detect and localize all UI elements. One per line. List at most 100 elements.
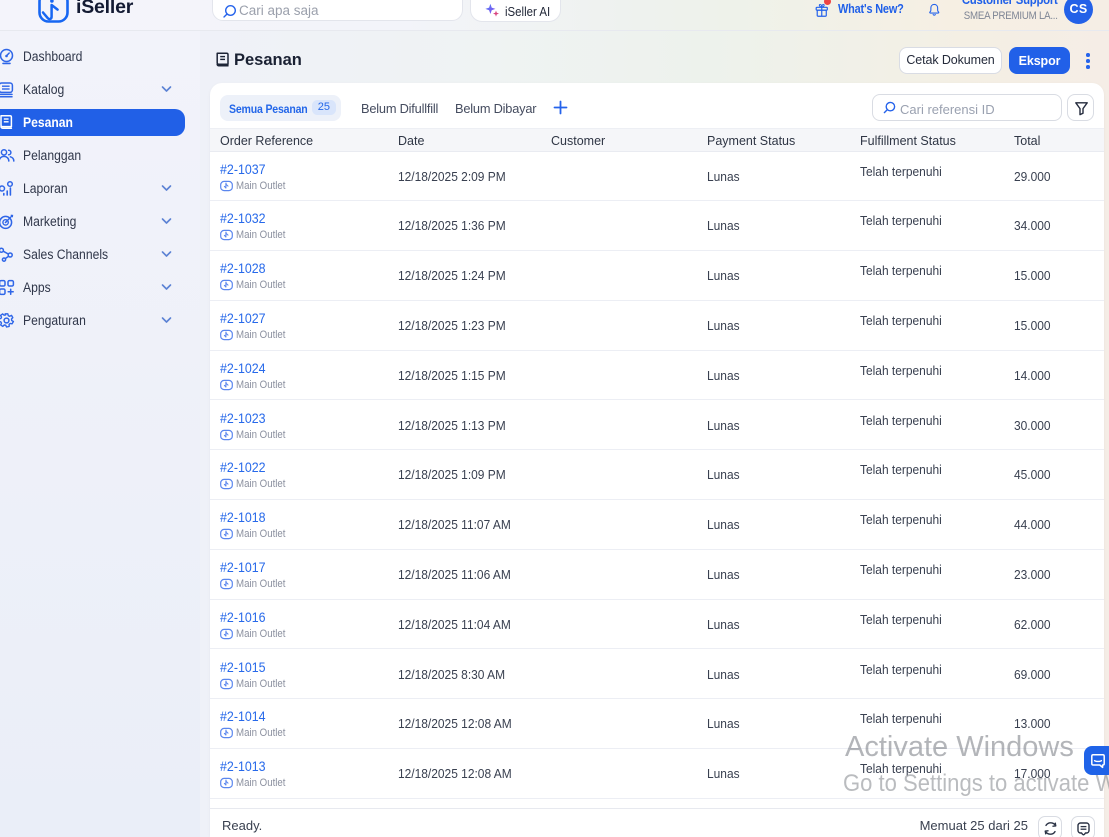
column-header-customer[interactable]: Customer <box>551 134 605 148</box>
order-date: 12/18/2025 11:04 AM <box>398 616 511 632</box>
order-row-2-1016[interactable]: #2-1016 Main Outlet 12/18/2025 11:04 AM Lun… <box>209 600 1104 650</box>
order-reference-link[interactable]: #2-1032 <box>220 211 266 226</box>
print-document-button[interactable]: Cetak Dokumen <box>899 47 1002 74</box>
order-row-2-1017[interactable]: #2-1017 Main Outlet 12/18/2025 11:06 AM Lun… <box>209 550 1104 600</box>
order-reference-link[interactable]: #2-1013 <box>220 759 266 774</box>
sidebar-item-label: Pelanggan <box>23 148 82 164</box>
order-reference-link[interactable]: #2-1022 <box>220 460 266 475</box>
bell-icon[interactable] <box>928 3 941 16</box>
order-total: 45.000 <box>1014 467 1051 483</box>
windows-watermark-line2: Go to Settings to activate W <box>843 770 1109 797</box>
order-reference-link[interactable]: #2-1014 <box>220 709 266 724</box>
global-search-input[interactable]: Cari apa saja <box>212 0 463 21</box>
order-row-2-1032[interactable]: #2-1032 Main Outlet 12/18/2025 1:36 PM Luna… <box>209 201 1104 252</box>
main-area: Pesanan Cetak Dokumen Ekspor Semua Pesan… <box>200 31 1109 837</box>
order-reference-link[interactable]: #2-1018 <box>220 510 266 525</box>
order-reference-link[interactable]: #2-1015 <box>220 660 266 675</box>
reference-search-input[interactable]: Cari referensi ID <box>872 94 1062 121</box>
order-row-2-1024[interactable]: #2-1024 Main Outlet 12/18/2025 1:15 PM Luna… <box>209 351 1104 401</box>
tab-semua-pesanan-label: Semua Pesanan <box>228 101 308 116</box>
payment-status: Lunas <box>707 517 740 533</box>
payment-status: Lunas <box>707 417 740 433</box>
sidebar-item-label: Laporan <box>23 181 68 197</box>
feedback-icon <box>1076 822 1090 836</box>
outlet-icon <box>220 628 233 639</box>
tab-semua-pesanan[interactable]: Semua Pesanan 25 <box>219 95 341 121</box>
order-reference-link[interactable]: #2-1024 <box>220 361 266 376</box>
order-row-2-1037[interactable]: #2-1037 Main Outlet 12/18/2025 2:09 PM Luna… <box>209 152 1104 202</box>
sidebar-item-label: Pesanan <box>23 115 73 131</box>
filter-button[interactable] <box>1067 94 1094 121</box>
fulfillment-status: Telah terpenuhi <box>860 163 942 179</box>
feedback-button[interactable] <box>1070 816 1095 837</box>
order-reference-link[interactable]: #2-1027 <box>220 311 266 326</box>
sidebar-item-katalog[interactable]: Katalog <box>0 76 185 103</box>
iseller-ai-button[interactable]: iSeller AI <box>470 0 561 22</box>
payment-status: Lunas <box>707 467 740 483</box>
order-total: 15.000 <box>1014 317 1051 333</box>
order-row-2-1015[interactable]: #2-1015 Main Outlet 12/18/2025 8:30 AM Luna… <box>209 650 1104 700</box>
chevron-down-icon <box>161 86 172 93</box>
iseller-logo-icon <box>38 0 69 23</box>
column-header-fulfillment-status[interactable]: Fulfillment Status <box>860 134 956 148</box>
outlet-icon <box>220 678 233 689</box>
refresh-icon <box>1044 822 1057 835</box>
outlet-icon <box>220 429 233 440</box>
add-tab-icon[interactable] <box>553 100 568 115</box>
outlet-label: Main Outlet <box>236 528 286 541</box>
order-total: 29.000 <box>1014 168 1051 184</box>
order-total: 62.000 <box>1014 616 1051 632</box>
dashboard-icon <box>0 49 14 65</box>
order-reference-link[interactable]: #2-1028 <box>220 261 266 276</box>
sidebar-item-pengaturan[interactable]: Pengaturan <box>0 307 185 334</box>
outlet-icon <box>220 578 233 590</box>
topbar: iSeller Cari apa saja iSeller AI What's … <box>0 0 1109 31</box>
column-header-date[interactable]: Date <box>398 134 424 148</box>
order-reference-link[interactable]: #2-1037 <box>220 162 266 177</box>
order-date: 12/18/2025 8:30 AM <box>398 666 506 682</box>
fulfillment-status: Telah terpenuhi <box>860 462 942 478</box>
order-date: 12/18/2025 12:08 AM <box>398 716 512 732</box>
order-reference-link[interactable]: #2-1023 <box>220 411 266 426</box>
sidebar-item-sales-channels[interactable]: Sales Channels <box>0 241 185 268</box>
tab-belum-difullfill[interactable]: Belum Difullfill <box>361 101 438 116</box>
order-row-2-1027[interactable]: #2-1027 Main Outlet 12/18/2025 1:23 PM Luna… <box>209 301 1104 351</box>
gift-icon[interactable] <box>815 3 829 18</box>
order-reference-link[interactable]: #2-1017 <box>220 560 266 575</box>
sidebar-item-marketing[interactable]: Marketing <box>0 208 185 235</box>
order-reference-link[interactable]: #2-1016 <box>220 610 266 625</box>
fulfillment-status: Telah terpenuhi <box>860 611 942 627</box>
tab-belum-dibayar[interactable]: Belum Dibayar <box>455 101 537 116</box>
order-row-2-1018[interactable]: #2-1018 Main Outlet 12/18/2025 11:07 AM Lun… <box>209 500 1104 550</box>
page-title: Pesanan <box>234 51 302 69</box>
column-header-order-reference[interactable]: Order Reference <box>220 134 313 148</box>
order-row-2-1022[interactable]: #2-1022 Main Outlet 12/18/2025 1:09 PM Luna… <box>209 450 1104 501</box>
order-date: 12/18/2025 1:36 PM <box>398 218 506 234</box>
avatar[interactable]: CS <box>1064 0 1093 24</box>
whats-new-link[interactable]: What's New? <box>838 1 904 16</box>
sidebar-item-label: Apps <box>23 280 51 296</box>
sidebar-item-apps[interactable]: Apps <box>0 274 185 301</box>
sidebar-item-dashboard[interactable]: Dashboard <box>0 43 185 70</box>
more-options-icon[interactable] <box>1086 53 1090 70</box>
column-header-total[interactable]: Total <box>1014 134 1040 148</box>
orders-page-icon <box>216 52 229 67</box>
sidebar-item-pelanggan[interactable]: Pelanggan <box>0 142 185 169</box>
chat-widget-button[interactable] <box>1084 746 1109 775</box>
payment-status: Lunas <box>707 566 740 582</box>
status-bar: Ready. Memuat 25 dari 25 <box>209 807 1104 837</box>
sidebar-item-label: Katalog <box>23 82 65 98</box>
order-row-2-1028[interactable]: #2-1028 Main Outlet 12/18/2025 1:24 PM Luna… <box>209 251 1104 301</box>
export-button[interactable]: Ekspor <box>1009 47 1070 74</box>
payment-status: Lunas <box>707 317 740 333</box>
fulfillment-status: Telah terpenuhi <box>860 512 942 528</box>
refresh-button[interactable] <box>1038 816 1062 837</box>
outlet-icon <box>220 528 233 540</box>
sidebar-item-pesanan[interactable]: Pesanan <box>0 109 185 137</box>
column-header-payment-status[interactable]: Payment Status <box>707 134 795 148</box>
order-row-2-1023[interactable]: #2-1023 Main Outlet 12/18/2025 1:13 PM Luna… <box>209 401 1104 451</box>
outlet-label: Main Outlet <box>236 328 286 341</box>
sidebar-item-laporan[interactable]: Laporan <box>0 175 185 202</box>
windows-watermark-line1: Activate Windows <box>845 731 1074 763</box>
order-date: 12/18/2025 11:06 AM <box>398 566 511 582</box>
